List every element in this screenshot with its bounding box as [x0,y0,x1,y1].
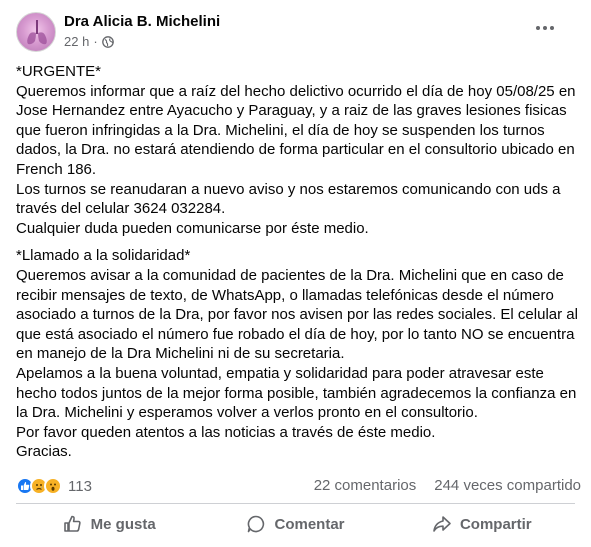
author-name[interactable]: Dra Alicia B. Michelini [64,13,220,30]
globe-icon [101,35,114,48]
reactions-summary[interactable]: 113 [16,476,92,496]
comment-icon [248,515,265,533]
post-meta: 22 h · [64,34,114,49]
post-paragraph-urgent: *URGENTE* Queremos informar que a raíz d… [16,63,576,237]
divider [16,503,575,504]
shares-count-link[interactable]: 244 veces compartido [434,477,581,494]
meta-separator: · [93,34,98,49]
facebook-post: Dra Alicia B. Michelini 22 h · *URGENTE*… [0,0,591,547]
like-label: Me gusta [90,515,156,533]
comment-label: Comentar [274,515,345,533]
wow-icon [44,477,62,495]
comment-button[interactable]: Comentar [202,506,388,542]
avatar[interactable] [16,12,56,52]
engagement-stats: 22 comentarios 244 veces compartido [314,477,581,494]
share-button[interactable]: Compartir [389,506,575,542]
comments-count-link[interactable]: 22 comentarios [314,477,417,494]
share-label: Compartir [459,515,532,533]
post-text: *URGENTE* Queremos informar que a raíz d… [16,62,582,462]
thumbs-up-icon [63,515,81,532]
post-time[interactable]: 22 h [64,34,89,49]
more-options-icon[interactable] [527,10,563,46]
post-paragraph-solidarity: *Llamado a la solidaridad* Queremos avis… [16,247,578,461]
lungs-logo-icon [27,20,47,45]
post-actions: Me gusta Comentar Compartir [16,506,575,542]
share-icon [433,516,451,532]
reaction-count: 113 [68,477,92,495]
like-button[interactable]: Me gusta [16,506,202,542]
